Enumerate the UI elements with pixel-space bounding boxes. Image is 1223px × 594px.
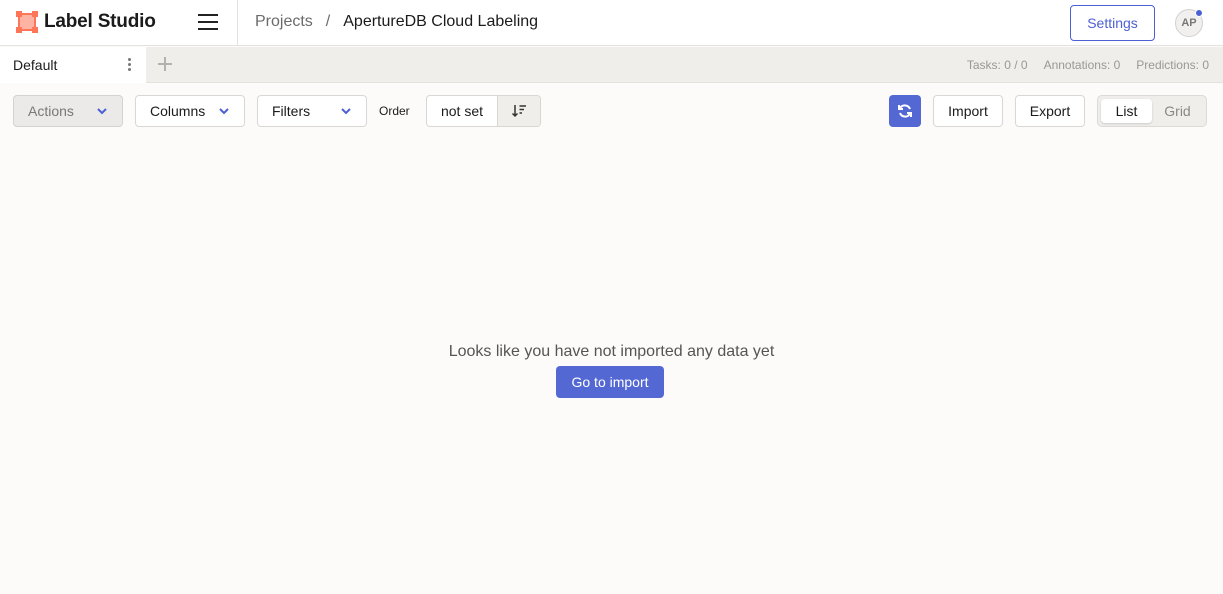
tab-options-icon[interactable] [126, 58, 132, 72]
order-control: not set [426, 95, 541, 127]
add-tab-icon[interactable] [156, 55, 174, 73]
tab-default[interactable]: Default [0, 47, 146, 83]
tasks-count: Tasks: 0 / 0 [966, 58, 1028, 72]
predictions-count: Predictions: 0 [1136, 58, 1209, 72]
actions-dropdown[interactable]: Actions [13, 95, 123, 127]
logo-icon [16, 11, 38, 33]
annotations-count: Annotations: 0 [1043, 58, 1121, 72]
chevron-down-icon [219, 108, 229, 115]
empty-state-message: Looks like you have not imported any dat… [448, 343, 775, 360]
hamburger-icon[interactable] [198, 14, 218, 31]
header-divider [237, 0, 238, 46]
tab-label: Default [13, 57, 58, 73]
top-header: Label Studio Projects / ApertureDB Cloud… [0, 0, 1223, 46]
sort-icon [511, 105, 526, 118]
label-studio-logo[interactable]: Label Studio [16, 11, 156, 33]
export-button[interactable]: Export [1015, 95, 1085, 127]
refresh-button[interactable] [889, 95, 921, 127]
columns-dropdown[interactable]: Columns [135, 95, 245, 127]
notification-dot [1195, 9, 1203, 17]
view-toggle: List Grid [1097, 95, 1207, 127]
settings-button[interactable]: Settings [1070, 5, 1155, 41]
grid-view-option[interactable]: Grid [1152, 99, 1203, 123]
task-stats: Tasks: 0 / 0 Annotations: 0 Predictions:… [967, 58, 1209, 72]
order-label: Order [379, 104, 410, 118]
avatar[interactable]: AP [1175, 9, 1203, 37]
go-to-import-button[interactable]: Go to import [556, 366, 664, 398]
order-field-select[interactable]: not set [427, 96, 498, 126]
breadcrumb-projects[interactable]: Projects [255, 13, 313, 31]
filters-dropdown[interactable]: Filters [257, 95, 367, 127]
sort-direction-button[interactable] [498, 96, 540, 126]
breadcrumb-project-title: ApertureDB Cloud Labeling [343, 13, 539, 30]
columns-label: Columns [150, 103, 206, 119]
tab-bar: Default Tasks: 0 / 0 Annotations: 0 Pred… [0, 47, 1223, 83]
chevron-down-icon [97, 108, 107, 115]
list-view-option[interactable]: List [1101, 99, 1152, 123]
refresh-icon [898, 104, 912, 118]
actions-label: Actions [28, 103, 74, 119]
app-name: Label Studio [44, 11, 156, 32]
import-button[interactable]: Import [933, 95, 1003, 127]
chevron-down-icon [341, 108, 351, 115]
filters-label: Filters [272, 103, 311, 119]
breadcrumb: Projects / ApertureDB Cloud Labeling [255, 13, 538, 31]
breadcrumb-separator: / [325, 13, 331, 30]
avatar-initials: AP [1181, 17, 1197, 29]
